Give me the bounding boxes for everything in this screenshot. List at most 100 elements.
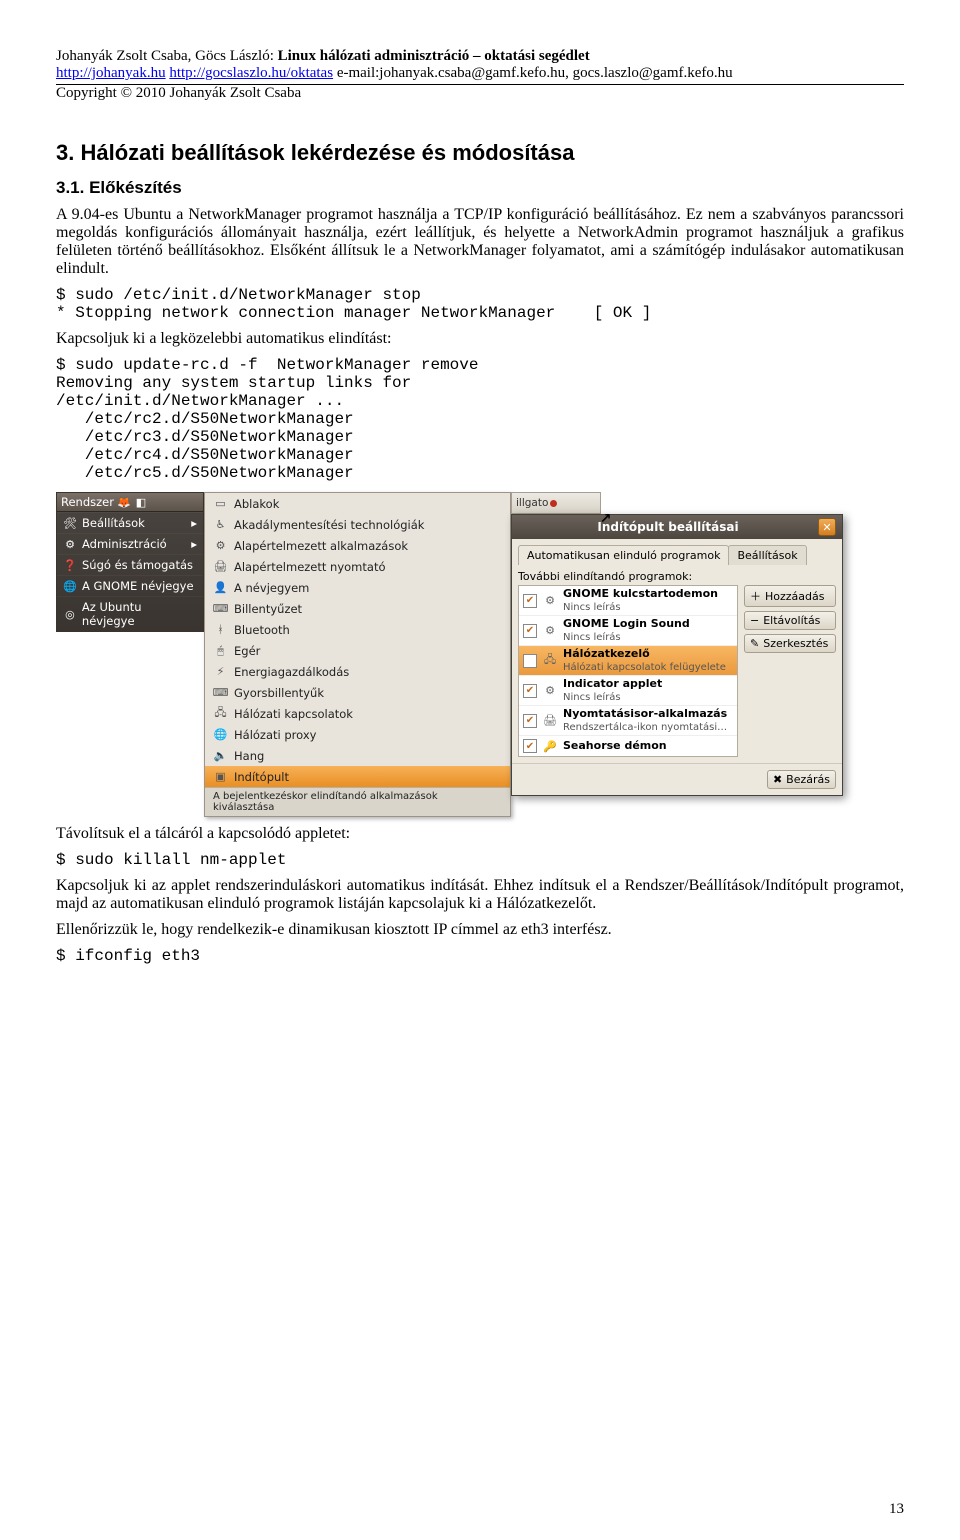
pencil-icon: ✎ <box>750 637 759 650</box>
submenu-item-mouse[interactable]: 🖱Egér <box>205 640 510 661</box>
subsection-heading: 3.1. Előkészítés <box>56 178 904 198</box>
system-menu-title-row[interactable]: Rendszer 🦊 ◧ <box>57 493 203 512</box>
key-icon: 🔑 <box>542 738 558 754</box>
submenu-item-sound[interactable]: 🔈Hang <box>205 745 510 766</box>
startup-list[interactable]: ✔⚙GNOME kulcstartodemonNincs leírás ✔⚙GN… <box>518 585 738 757</box>
tools-icon: 🛠 <box>63 516 77 530</box>
submenu-item-power[interactable]: ⚡Energiagazdálkodás <box>205 661 510 682</box>
printer-icon: 🖨 <box>542 713 558 729</box>
edit-button[interactable]: ✎Szerkesztés <box>744 634 836 653</box>
gear-icon: ⚙ <box>63 537 77 551</box>
submenu-item-bluetooth[interactable]: ᚼBluetooth <box>205 619 510 640</box>
minus-icon: − <box>750 614 759 627</box>
shortcut-icon: ⌨ <box>213 685 228 700</box>
panel-topbar: illgato <box>511 492 601 514</box>
list-row[interactable]: ✔🖨Nyomtatásisor-alkalmazásRendszertálca-… <box>519 706 737 736</box>
code-block-4: $ ifconfig eth3 <box>56 947 904 965</box>
globe-icon: 🌐 <box>213 727 228 742</box>
app-icon: ⚙ <box>542 623 558 639</box>
app-icon: ◧ <box>134 495 148 509</box>
list-row-selected[interactable]: 🖧HálózatkezelőHálózati kapcsolatok felüg… <box>519 646 737 676</box>
submenu-item-proxy[interactable]: 🌐Hálózati proxy <box>205 724 510 745</box>
close-icon: ✕ <box>822 521 831 534</box>
network-icon: 🖧 <box>542 653 558 669</box>
checkbox[interactable]: ✔ <box>523 684 537 698</box>
list-label: További elindítandó programok: <box>518 570 836 583</box>
submenu-item-ablakok[interactable]: ▭Ablakok <box>205 493 510 514</box>
sysmenu-item-beallitasok[interactable]: 🛠Beállítások▸ <box>57 512 203 533</box>
close-button[interactable]: ✕ <box>818 518 836 536</box>
remove-button[interactable]: −Eltávolítás <box>744 611 836 630</box>
submenu-item-defaultapps[interactable]: ⚙Alapértelmezett alkalmazások <box>205 535 510 556</box>
app-icon: ⚙ <box>213 538 228 553</box>
list-row[interactable]: ✔⚙Indicator appletNincs leírás <box>519 676 737 706</box>
list-row[interactable]: ✔🔑Seahorse démon <box>519 736 737 757</box>
checkbox[interactable]: ✔ <box>523 624 537 638</box>
dialog-titlebar[interactable]: Indítópult beállításai ✕ <box>512 515 842 539</box>
sysmenu-item-gnome[interactable]: 🌐A GNOME névjegye <box>57 575 203 596</box>
page-number: 13 <box>889 1501 904 1518</box>
tab-autostart[interactable]: Automatikusan elinduló programok <box>518 545 729 565</box>
network-icon: 🖧 <box>213 706 228 721</box>
header-link-1[interactable]: http://johanyak.hu <box>56 65 166 81</box>
submenu-item-aboutme[interactable]: 👤A névjegyem <box>205 577 510 598</box>
mouse-icon: 🖱 <box>213 643 228 658</box>
paragraph-2: Kapcsoljuk ki a legközelebbi automatikus… <box>56 330 904 348</box>
submenu-item-keyboard[interactable]: ⌨Billentyűzet <box>205 598 510 619</box>
screenshot-mockup: Rendszer 🦊 ◧ 🛠Beállítások▸ ⚙Adminisztrác… <box>56 492 904 817</box>
sysmenu-item-ubuntu[interactable]: ◎Az Ubuntu névjegye <box>57 596 203 631</box>
app-icon: ⚙ <box>542 593 558 609</box>
ubuntu-icon: ◎ <box>63 607 77 621</box>
header-title: Linux hálózati adminisztráció – oktatási… <box>278 48 590 64</box>
bluetooth-icon: ᚼ <box>213 622 228 637</box>
speaker-icon: 🔈 <box>213 748 228 763</box>
header-copyright: Copyright © 2010 Johanyák Zsolt Csaba <box>56 85 904 102</box>
paragraph-4: Kapcsoljuk ki az applet rendszerindulásk… <box>56 877 904 913</box>
checkbox[interactable] <box>523 654 537 668</box>
header-link-2[interactable]: http://gocslaszlo.hu/oktatas <box>169 65 333 81</box>
sysmenu-item-help[interactable]: ❓Súgó és támogatás <box>57 554 203 575</box>
header-email: e-mail:johanyak.csaba@gamf.kefo.hu, gocs… <box>333 65 733 81</box>
app-icon: ⚙ <box>542 683 558 699</box>
help-icon: ❓ <box>63 558 77 572</box>
user-label: illgato <box>516 497 548 509</box>
submenu-footer: A bejelentkezéskor elindítandó alkalmazá… <box>205 787 510 816</box>
accessibility-icon: ♿ <box>213 517 228 532</box>
submenu-item-shortcuts[interactable]: ⌨Gyorsbillentyűk <box>205 682 510 703</box>
paragraph-3: Távolítsuk el a tálcáról a kapcsolódó ap… <box>56 825 904 843</box>
code-block-3: $ sudo killall nm-applet <box>56 851 904 869</box>
system-menu: Rendszer 🦊 ◧ 🛠Beállítások▸ ⚙Adminisztrác… <box>56 492 204 632</box>
document-header: Johanyák Zsolt Csaba, Göcs László: Linux… <box>56 48 904 102</box>
firefox-icon: 🦊 <box>117 495 131 509</box>
checkbox[interactable]: ✔ <box>523 739 537 753</box>
power-icon: ⚡ <box>213 664 228 679</box>
shutdown-icon[interactable] <box>550 500 557 507</box>
tab-settings[interactable]: Beállítások <box>728 545 806 565</box>
menu-title: Rendszer <box>61 495 114 509</box>
checkbox[interactable]: ✔ <box>523 714 537 728</box>
header-authors: Johanyák Zsolt Csaba, Göcs László: <box>56 48 278 64</box>
submenu-item-defaultprinter[interactable]: 🖨Alapértelmezett nyomtató <box>205 556 510 577</box>
dialog-title: Indítópult beállításai <box>597 520 738 534</box>
list-row[interactable]: ✔⚙GNOME kulcstartodemonNincs leírás <box>519 586 737 616</box>
list-row[interactable]: ✔⚙GNOME Login SoundNincs leírás <box>519 616 737 646</box>
plus-icon: ＋ <box>750 588 761 604</box>
window-icon: ▭ <box>213 496 228 511</box>
checkbox[interactable]: ✔ <box>523 594 537 608</box>
code-block-1: $ sudo /etc/init.d/NetworkManager stop *… <box>56 286 904 322</box>
code-block-2: $ sudo update-rc.d -f NetworkManager rem… <box>56 356 904 482</box>
paragraph-1: A 9.04-es Ubuntu a NetworkManager progra… <box>56 206 904 278</box>
add-button[interactable]: ＋Hozzáadás <box>744 585 836 607</box>
close-icon: ✖ <box>773 773 782 786</box>
keyboard-icon: ⌨ <box>213 601 228 616</box>
settings-submenu: ▭Ablakok ♿Akadálymentesítési technológiá… <box>204 492 511 817</box>
sysmenu-item-admin[interactable]: ⚙Adminisztráció▸ <box>57 533 203 554</box>
paragraph-5: Ellenőrizzük le, hogy rendelkezik-e dina… <box>56 921 904 939</box>
startup-dialog: Indítópult beállításai ✕ Automatikusan e… <box>511 514 843 796</box>
submenu-item-netconns[interactable]: 🖧Hálózati kapcsolatok <box>205 703 510 724</box>
submenu-item-accessibility[interactable]: ♿Akadálymentesítési technológiák <box>205 514 510 535</box>
startup-icon: ▣ <box>213 769 228 784</box>
submenu-item-startup[interactable]: ▣Indítópult <box>205 766 510 787</box>
printer-icon: 🖨 <box>213 559 228 574</box>
close-dialog-button[interactable]: ✖Bezárás <box>767 770 836 789</box>
